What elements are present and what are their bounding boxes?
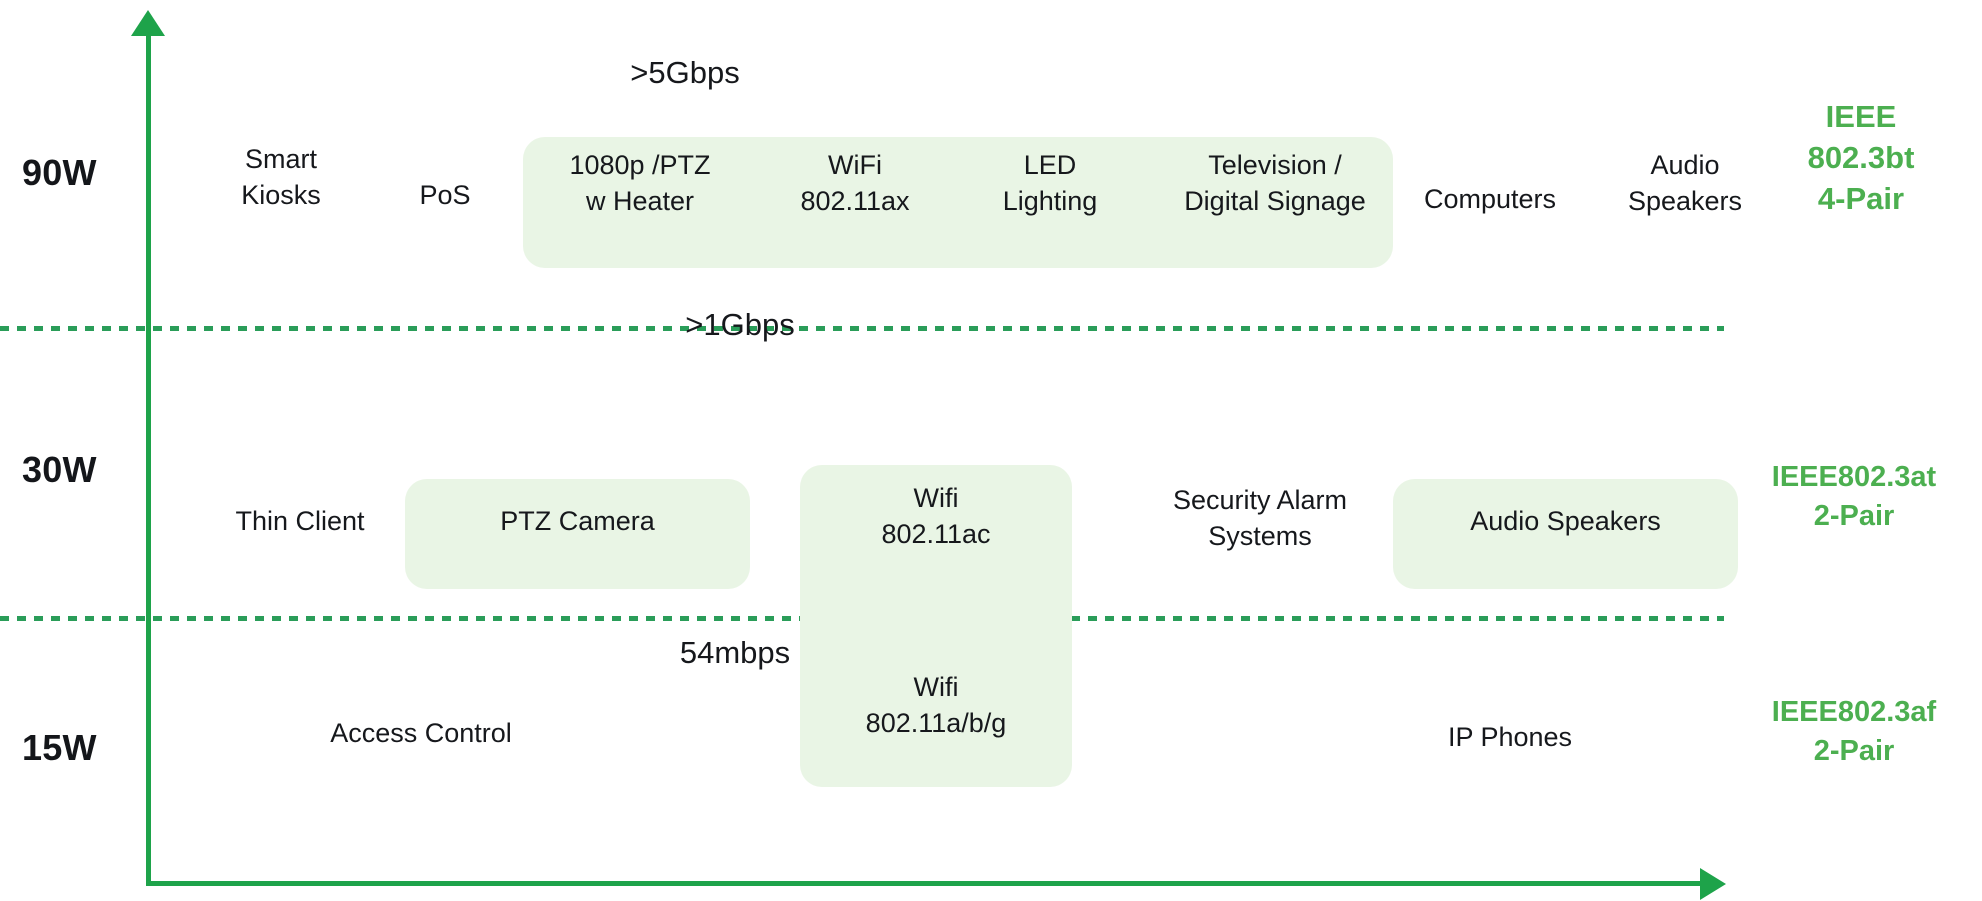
power-axis-line <box>146 28 151 886</box>
device-led-lighting: LED Lighting <box>960 148 1140 220</box>
power-axis-arrow-icon <box>131 10 165 36</box>
device-television-digital-signage: Television / Digital Signage <box>1155 148 1395 220</box>
device-line: 802.11a/b/g <box>865 707 1007 738</box>
standard-line: 2-Pair <box>1813 734 1895 767</box>
device-wifi-802-11ac: Wifi 802.11ac <box>800 481 1072 553</box>
device-1080p-ptz-w-heater: 1080p /PTZ w Heater <box>530 148 750 220</box>
device-line: Thin Client <box>235 506 365 536</box>
poe-power-bandwidth-diagram: 90W 30W 15W >5Gbps >1Gbps 54mbps IEEE 80… <box>0 0 1982 901</box>
device-line: LED <box>1023 150 1077 180</box>
device-line: Wifi <box>913 672 959 702</box>
device-line: PoS <box>419 180 471 210</box>
device-line: Computers <box>1423 184 1557 214</box>
device-wifi-802-11ax: WiFi 802.11ax <box>760 148 950 220</box>
standard-line: 2-Pair <box>1813 499 1895 532</box>
bandwidth-axis-arrow-icon <box>1700 868 1726 900</box>
device-line: 1080p /PTZ <box>569 150 711 180</box>
device-access-control: Access Control <box>256 716 586 752</box>
device-line: Kiosks <box>241 179 321 210</box>
device-smart-kiosks: Smart Kiosks <box>186 142 376 214</box>
speed-label-90w: >5Gbps <box>630 55 740 90</box>
device-line: Lighting <box>1002 185 1098 216</box>
device-line: Audio <box>1650 150 1720 180</box>
device-line: Audio Speakers <box>1470 506 1661 536</box>
device-line: Digital Signage <box>1184 185 1366 216</box>
device-pos: PoS <box>380 178 510 214</box>
device-thin-client: Thin Client <box>190 504 410 540</box>
device-audio-speakers-30w: Audio Speakers <box>1393 504 1738 540</box>
bandwidth-axis-line <box>146 881 1710 886</box>
standard-label-802-3at: IEEE802.3at 2-Pair <box>1726 458 1982 535</box>
speed-label-15w: 54mbps <box>679 635 791 670</box>
tier-label-90w: 90W <box>22 152 97 193</box>
device-line: w Heater <box>585 185 695 216</box>
tier-label-15w: 15W <box>22 727 97 768</box>
device-line: Smart <box>244 144 317 174</box>
device-line: 802.11ac <box>881 518 991 549</box>
device-audio-speakers-90w: Audio Speakers <box>1590 148 1780 220</box>
standard-label-802-3af: IEEE802.3af 2-Pair <box>1726 693 1982 770</box>
device-line: Speakers <box>1627 185 1743 216</box>
device-line: Security Alarm <box>1172 485 1348 515</box>
tier-label-30w: 30W <box>22 449 97 490</box>
device-line: 802.11ax <box>800 185 910 216</box>
device-line: Access Control <box>330 718 512 748</box>
device-ip-phones: IP Phones <box>1375 720 1645 756</box>
device-computers: Computers <box>1390 182 1590 218</box>
standard-line: IEEE802.3af <box>1771 696 1937 728</box>
device-line: IP Phones <box>1447 722 1573 752</box>
device-line: WiFi <box>828 150 882 180</box>
tier-divider-90w-30w <box>0 326 1724 331</box>
standard-line: IEEE <box>1825 99 1897 134</box>
device-ptz-camera: PTZ Camera <box>405 504 750 540</box>
standard-line: IEEE802.3at <box>1771 461 1937 493</box>
speed-label-30w: >1Gbps <box>685 307 795 342</box>
device-security-alarm-systems: Security Alarm Systems <box>1120 483 1400 555</box>
device-wifi-802-11abg: Wifi 802.11a/b/g <box>800 670 1072 742</box>
device-line: PTZ Camera <box>500 506 655 536</box>
device-line: Wifi <box>913 483 959 513</box>
device-line: Systems <box>1208 520 1312 551</box>
device-line: Television / <box>1208 150 1342 180</box>
